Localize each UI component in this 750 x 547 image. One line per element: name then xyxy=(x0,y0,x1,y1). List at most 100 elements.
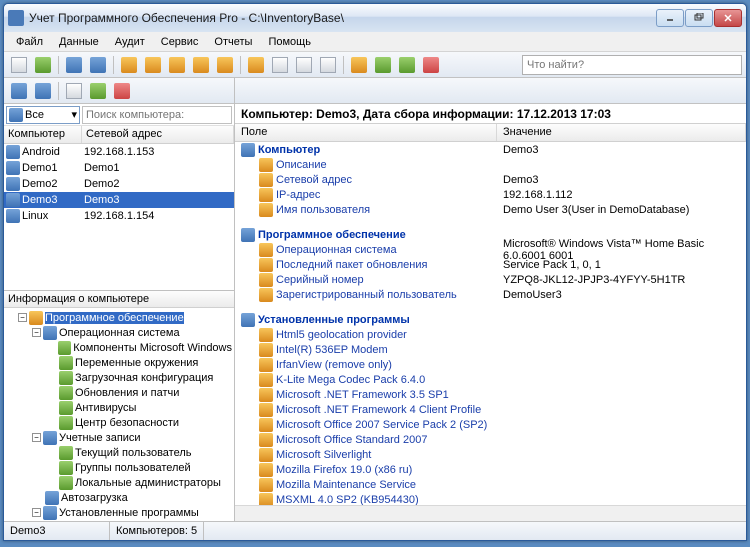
lt-add-icon[interactable] xyxy=(87,80,109,102)
tree-node[interactable]: Центр безопасности xyxy=(6,415,232,430)
tree-node[interactable]: Компоненты Microsoft Windows xyxy=(6,340,232,355)
close-button[interactable] xyxy=(714,9,742,27)
detail-row[interactable]: Microsoft Silverlight xyxy=(235,447,746,462)
computer-icon xyxy=(6,145,20,159)
tree-node[interactable]: −Операционная система xyxy=(6,325,232,340)
tree-toggle-icon[interactable]: − xyxy=(18,313,27,322)
tree-node[interactable]: Группы пользователей xyxy=(6,460,232,475)
detail-row[interactable]: Сетевой адресDemo3 xyxy=(235,172,746,187)
tree-node[interactable]: −Учетные записи xyxy=(6,430,232,445)
detail-row[interactable]: Описание xyxy=(235,157,746,172)
tb-view-icon[interactable] xyxy=(293,54,315,76)
computer-grid: Android192.168.1.153Demo1Demo1Demo2Demo2… xyxy=(4,144,234,290)
filter-combo[interactable]: Все ▾ xyxy=(6,106,80,124)
tree-node[interactable]: Локальные администраторы xyxy=(6,475,232,490)
gh-address[interactable]: Сетевой адрес xyxy=(82,126,234,143)
tree-node[interactable]: −Установленные программы xyxy=(6,505,232,520)
tree-node[interactable]: Антивирусы xyxy=(6,400,232,415)
tree-node[interactable]: −Программное обеспечение xyxy=(6,310,232,325)
detail-row[interactable]: КомпьютерDemo3 xyxy=(235,142,746,157)
detail-row[interactable]: Html5 geolocation provider xyxy=(235,327,746,342)
grid-row[interactable]: Demo3Demo3 xyxy=(4,192,234,208)
grid-row[interactable]: Demo1Demo1 xyxy=(4,160,234,176)
tb-search-icon[interactable] xyxy=(214,54,236,76)
lt-remove-icon[interactable] xyxy=(111,80,133,102)
detail-row[interactable]: Имя пользователяDemo User 3(User in Demo… xyxy=(235,202,746,217)
detail-row[interactable]: IP-адрес192.168.1.112 xyxy=(235,187,746,202)
tree-item-icon xyxy=(59,416,73,430)
dh-field[interactable]: Поле xyxy=(235,124,497,141)
grid-row[interactable]: Linux192.168.1.154 xyxy=(4,208,234,224)
tree-node[interactable]: Переменные окружения xyxy=(6,355,232,370)
lt-computers-icon[interactable] xyxy=(8,80,30,102)
detail-row[interactable]: Mozilla Maintenance Service xyxy=(235,477,746,492)
tb-deny-icon[interactable] xyxy=(420,54,442,76)
detail-row[interactable]: MSXML 4.0 SP2 (KB954430) xyxy=(235,492,746,505)
tb-back-icon[interactable] xyxy=(63,54,85,76)
tb-check-icon[interactable] xyxy=(396,54,418,76)
item-icon xyxy=(259,273,273,287)
detail-row[interactable]: Последний пакет обновленияService Pack 1… xyxy=(235,257,746,272)
toolbar-search-input[interactable] xyxy=(522,55,742,75)
tree-toggle-icon[interactable]: − xyxy=(32,508,41,517)
detail-row[interactable]: Microsoft .NET Framework 3.5 SP1 xyxy=(235,387,746,402)
tb-users-icon[interactable] xyxy=(372,54,394,76)
tb-new-icon[interactable] xyxy=(8,54,30,76)
menu-Аудит[interactable]: Аудит xyxy=(107,34,153,50)
horizontal-scrollbar[interactable] xyxy=(235,505,746,521)
tree-node[interactable]: Загрузочная конфигурация xyxy=(6,370,232,385)
tree-node[interactable]: Обновления и патчи xyxy=(6,385,232,400)
detail-row[interactable]: K-Lite Mega Codec Pack 6.4.0 xyxy=(235,372,746,387)
tb-chart-icon[interactable] xyxy=(166,54,188,76)
dh-value[interactable]: Значение xyxy=(497,124,746,141)
tree-node[interactable]: Текущий пользователь xyxy=(6,445,232,460)
item-icon xyxy=(259,463,273,477)
detail-row[interactable]: IrfanView (remove only) xyxy=(235,357,746,372)
tree-item-icon xyxy=(59,461,73,475)
detail-row[interactable]: Mozilla Firefox 19.0 (x86 ru) xyxy=(235,462,746,477)
detail-row[interactable]: Microsoft Office Standard 2007 xyxy=(235,432,746,447)
tb-filter-icon[interactable] xyxy=(118,54,140,76)
tree-toggle-icon[interactable]: − xyxy=(32,328,41,337)
tb-gear-icon[interactable] xyxy=(348,54,370,76)
computer-icon xyxy=(6,161,20,175)
right-panel: Компьютер: Demo3, Дата сбора информации:… xyxy=(235,78,746,521)
tb-edit-icon[interactable] xyxy=(269,54,291,76)
main-toolbar xyxy=(4,52,746,78)
tb-forward-icon[interactable] xyxy=(87,54,109,76)
detail-row[interactable]: Серийный номерYZPQ8-JKL12-JPJP3-4YFYY-5H… xyxy=(235,272,746,287)
item-icon xyxy=(259,373,273,387)
menu-Помощь[interactable]: Помощь xyxy=(260,34,319,50)
gh-computer[interactable]: Компьютер xyxy=(4,126,82,143)
menu-Сервис[interactable]: Сервис xyxy=(153,34,207,50)
tb-copy-icon[interactable] xyxy=(317,54,339,76)
tb-refresh-icon[interactable] xyxy=(32,54,54,76)
detail-row[interactable]: Microsoft Office 2007 Service Pack 2 (SP… xyxy=(235,417,746,432)
computer-icon xyxy=(6,209,20,223)
menu-Файл[interactable]: Файл xyxy=(8,34,51,50)
item-icon xyxy=(259,448,273,462)
tb-group-icon[interactable] xyxy=(142,54,164,76)
grid-row[interactable]: Android192.168.1.153 xyxy=(4,144,234,160)
item-icon xyxy=(259,493,273,506)
titlebar[interactable]: Учет Программного Обеспечения Pro - C:\I… xyxy=(4,4,746,32)
filter-search-input[interactable] xyxy=(82,106,232,124)
detail-row[interactable]: Зарегистрированный пользовательDemoUser3 xyxy=(235,287,746,302)
detail-row[interactable]: Intel(R) 536EP Modem xyxy=(235,342,746,357)
detail-row[interactable]: Установленные программы xyxy=(235,312,746,327)
detail-row[interactable]: Microsoft .NET Framework 4 Client Profil… xyxy=(235,402,746,417)
tree-toggle-icon[interactable]: − xyxy=(32,433,41,442)
minimize-button[interactable] xyxy=(656,9,684,27)
grid-row[interactable]: Demo2Demo2 xyxy=(4,176,234,192)
tb-tools-icon[interactable] xyxy=(190,54,212,76)
menu-Данные[interactable]: Данные xyxy=(51,34,107,50)
maximize-button[interactable] xyxy=(685,9,713,27)
tb-open-icon[interactable] xyxy=(245,54,267,76)
tree-node[interactable]: Автозагрузка xyxy=(6,490,232,505)
lt-network-icon[interactable] xyxy=(32,80,54,102)
menu-Отчеты[interactable]: Отчеты xyxy=(206,34,260,50)
lt-new-icon[interactable] xyxy=(63,80,85,102)
tree-header: Информация о компьютере xyxy=(4,291,234,308)
tree-item-icon xyxy=(43,506,57,520)
detail-row[interactable]: Операционная системаMicrosoft® Windows V… xyxy=(235,242,746,257)
